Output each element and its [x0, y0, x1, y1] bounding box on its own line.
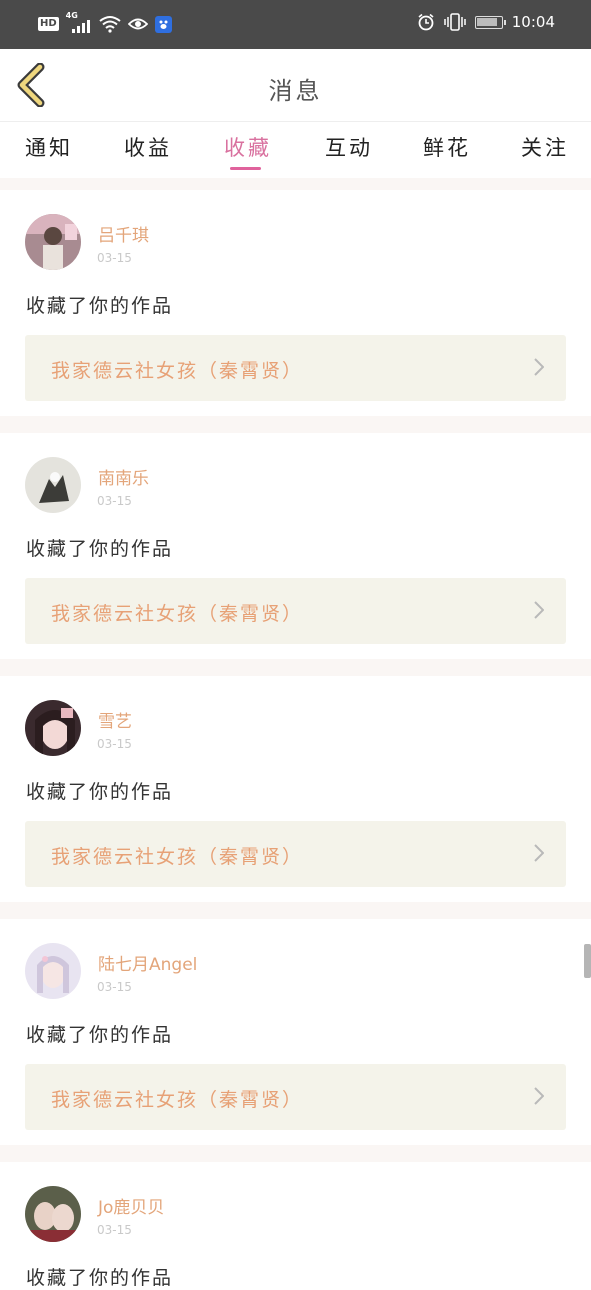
tab-follow[interactable]: 关注: [521, 132, 569, 162]
divider: [0, 178, 591, 190]
work-link[interactable]: 我家德云社女孩（秦霄贤）: [25, 578, 566, 644]
chevron-right-icon: [534, 601, 544, 619]
message-card: 雪艺 03-15 收藏了你的作品 我家德云社女孩（秦霄贤）: [0, 676, 591, 902]
alarm-icon: [418, 13, 434, 31]
baidu-icon: [154, 15, 172, 33]
username[interactable]: Jo鹿贝贝: [98, 1193, 164, 1218]
tab-bar: 通知 收益 收藏 互动 鲜花 关注: [0, 122, 591, 178]
divider: [0, 1145, 591, 1162]
username[interactable]: 雪艺: [98, 707, 132, 732]
chevron-right-icon: [534, 358, 544, 376]
work-link[interactable]: 我家德云社女孩（秦霄贤）: [25, 821, 566, 887]
eye-icon: [127, 18, 148, 30]
message-date: 03-15: [97, 737, 132, 751]
avatar[interactable]: [25, 1186, 81, 1242]
message-card: 南南乐 03-15 收藏了你的作品 我家德云社女孩（秦霄贤）: [0, 433, 591, 659]
active-tab-indicator: [230, 167, 261, 170]
work-link[interactable]: 我家德云社女孩（秦霄贤）: [25, 1064, 566, 1130]
action-text: 收藏了你的作品: [26, 538, 174, 560]
nav-bar: 消息: [0, 49, 591, 122]
tab-favorites[interactable]: 收藏: [224, 132, 272, 162]
message-date: 03-15: [97, 494, 132, 508]
avatar[interactable]: [25, 700, 81, 756]
status-time: 10:04: [511, 13, 555, 31]
action-text: 收藏了你的作品: [26, 295, 174, 317]
chevron-right-icon: [534, 844, 544, 862]
message-date: 03-15: [97, 251, 132, 265]
work-title: 我家德云社女孩（秦霄贤）: [51, 603, 304, 625]
message-date: 03-15: [97, 980, 132, 994]
action-text: 收藏了你的作品: [26, 1267, 174, 1289]
work-link[interactable]: 我家德云社女孩（秦霄贤）: [25, 335, 566, 401]
status-bar: HD 4G 10:04: [0, 0, 591, 49]
wifi-icon: [99, 16, 121, 33]
username[interactable]: 南南乐: [98, 464, 149, 489]
divider: [0, 416, 591, 433]
message-card: Jo鹿贝贝 03-15 收藏了你的作品: [0, 1162, 591, 1289]
chevron-right-icon: [534, 1087, 544, 1105]
battery-icon: [474, 15, 506, 29]
action-text: 收藏了你的作品: [26, 1024, 174, 1046]
tab-notice[interactable]: 通知: [25, 132, 73, 162]
avatar[interactable]: [25, 457, 81, 513]
avatar[interactable]: [25, 943, 81, 999]
scrollbar[interactable]: [584, 944, 591, 978]
signal-icon: 4G: [65, 11, 92, 35]
tab-earnings[interactable]: 收益: [124, 132, 172, 162]
vibrate-icon: [444, 13, 466, 31]
work-title: 我家德云社女孩（秦霄贤）: [51, 1089, 304, 1111]
message-card: 陆七月Angel 03-15 收藏了你的作品 我家德云社女孩（秦霄贤）: [0, 919, 591, 1145]
hd-badge: HD: [38, 17, 59, 31]
username[interactable]: 吕千琪: [98, 221, 149, 246]
divider: [0, 902, 591, 919]
work-title: 我家德云社女孩（秦霄贤）: [51, 360, 304, 382]
divider: [0, 659, 591, 676]
tab-interaction[interactable]: 互动: [325, 132, 373, 162]
network-type: 4G: [65, 11, 78, 20]
message-date: 03-15: [97, 1223, 132, 1237]
avatar[interactable]: [25, 214, 81, 270]
tab-flowers[interactable]: 鲜花: [423, 132, 471, 162]
message-card: 吕千琪 03-15 收藏了你的作品 我家德云社女孩（秦霄贤）: [0, 190, 591, 416]
action-text: 收藏了你的作品: [26, 781, 174, 803]
work-title: 我家德云社女孩（秦霄贤）: [51, 846, 304, 868]
username[interactable]: 陆七月Angel: [98, 950, 197, 975]
page-title: 消息: [268, 77, 323, 105]
